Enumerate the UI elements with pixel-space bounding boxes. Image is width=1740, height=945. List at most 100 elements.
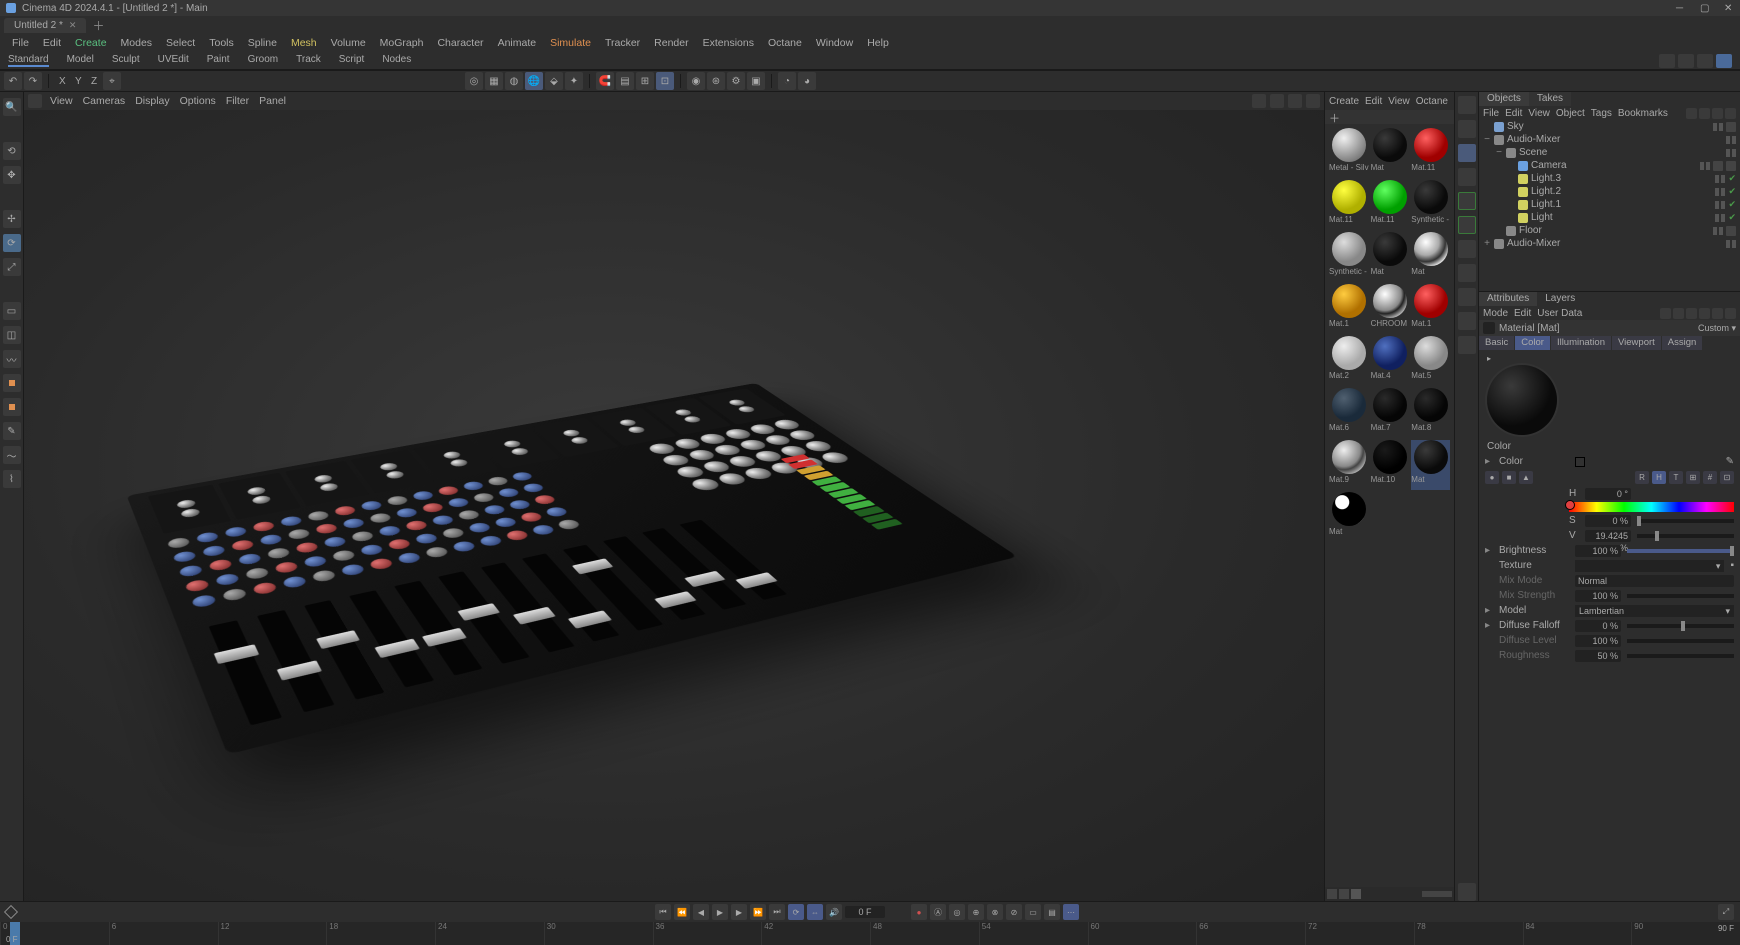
viewport-nav-icon-3[interactable] bbox=[1288, 94, 1302, 108]
color-fmt-#[interactable]: # bbox=[1703, 471, 1717, 484]
obj-search-icon[interactable] bbox=[1686, 108, 1697, 119]
axis-y[interactable]: Y bbox=[71, 74, 85, 89]
render-view-icon[interactable]: ◉ bbox=[687, 72, 705, 90]
color-swatch[interactable] bbox=[1575, 457, 1585, 467]
channel-viewport[interactable]: Viewport bbox=[1612, 336, 1661, 350]
attributes-tab[interactable]: Attributes bbox=[1479, 292, 1537, 306]
color-fmt-R[interactable]: R bbox=[1635, 471, 1649, 484]
enable-check-icon[interactable]: ✔ bbox=[1728, 173, 1736, 184]
visibility-dots[interactable] bbox=[1726, 240, 1736, 248]
snap-grid-icon[interactable]: ▤ bbox=[616, 72, 634, 90]
layout-standard[interactable]: Standard bbox=[8, 54, 49, 67]
material-slot[interactable]: Mat.5 bbox=[1411, 336, 1450, 386]
viewport-nav-icon-2[interactable] bbox=[1270, 94, 1284, 108]
color-fmt-H[interactable]: H bbox=[1652, 471, 1666, 484]
play-fwd-icon[interactable]: ▶ bbox=[731, 904, 747, 920]
channel-color[interactable]: Color bbox=[1515, 336, 1550, 350]
vpmenu-view[interactable]: View bbox=[50, 95, 73, 107]
viewport[interactable] bbox=[24, 110, 1324, 901]
model-dropdown[interactable]: Lambertian▾ bbox=[1575, 605, 1734, 617]
menu-mesh[interactable]: Mesh bbox=[285, 35, 323, 51]
menu-tracker[interactable]: Tracker bbox=[599, 35, 646, 51]
cube-icon[interactable] bbox=[1458, 144, 1476, 162]
object-row[interactable]: −Audio-Mixer bbox=[1479, 133, 1740, 146]
object-tree[interactable]: Sky−Audio-Mixer−SceneCameraLight.3✔Light… bbox=[1479, 120, 1740, 291]
matmenu-octane[interactable]: Octane bbox=[1416, 96, 1448, 107]
layout-script[interactable]: Script bbox=[339, 54, 365, 67]
key-param-icon[interactable]: ▤ bbox=[1044, 904, 1060, 920]
color-fmt-T[interactable]: T bbox=[1669, 471, 1683, 484]
menu-mograph[interactable]: MoGraph bbox=[374, 35, 430, 51]
expand-icon[interactable]: + bbox=[1483, 238, 1491, 249]
object-row[interactable]: Light.3✔ bbox=[1479, 172, 1740, 185]
vpmenu-options[interactable]: Options bbox=[180, 95, 216, 107]
minimize-button[interactable]: ─ bbox=[1676, 3, 1686, 13]
search-icon[interactable]: 🔍 bbox=[3, 98, 21, 116]
mat-size-slider[interactable] bbox=[1422, 891, 1452, 897]
menu-modes[interactable]: Modes bbox=[115, 35, 159, 51]
key-pla-icon[interactable]: ▭ bbox=[1025, 904, 1041, 920]
attr-up-icon[interactable] bbox=[1686, 308, 1697, 319]
menu-extensions[interactable]: Extensions bbox=[697, 35, 760, 51]
point-mode[interactable] bbox=[3, 374, 21, 392]
material-slot[interactable]: Mat bbox=[1371, 128, 1410, 178]
matmenu-create[interactable]: Create bbox=[1329, 96, 1359, 107]
undo-button[interactable]: ↶ bbox=[4, 72, 22, 90]
material-slot[interactable]: Mat.11 bbox=[1329, 180, 1369, 230]
vpmenu-panel[interactable]: Panel bbox=[259, 95, 286, 107]
menu-render[interactable]: Render bbox=[648, 35, 694, 51]
play-back-icon[interactable]: ▶ bbox=[712, 904, 728, 920]
prev-frame-icon[interactable]: ◀ bbox=[693, 904, 709, 920]
menu-tools[interactable]: Tools bbox=[203, 35, 240, 51]
snap-icon[interactable]: ◎ bbox=[465, 72, 483, 90]
tag-icon[interactable] bbox=[1726, 122, 1736, 132]
paint-tool[interactable]: 〰 bbox=[3, 350, 21, 368]
channel-assign[interactable]: Assign bbox=[1662, 336, 1703, 350]
translate-tool[interactable]: ✢ bbox=[3, 210, 21, 228]
axis-z[interactable]: Z bbox=[87, 74, 101, 89]
material-slot[interactable]: Mat.1 bbox=[1411, 284, 1450, 334]
layers-tab[interactable]: Layers bbox=[1537, 292, 1583, 306]
objmenu-view[interactable]: View bbox=[1528, 108, 1550, 119]
material-slot[interactable]: Synthetic - bbox=[1411, 180, 1450, 230]
layout-uvedit[interactable]: UVEdit bbox=[158, 54, 189, 67]
h-value[interactable]: 0 ° bbox=[1585, 488, 1631, 500]
obj-opts-icon[interactable] bbox=[1725, 108, 1736, 119]
s-slider[interactable] bbox=[1637, 519, 1734, 523]
material-slot[interactable]: Metal - Silv bbox=[1329, 128, 1369, 178]
layout-groom[interactable]: Groom bbox=[248, 54, 279, 67]
asset-browser-icon[interactable]: ◔ bbox=[778, 72, 796, 90]
object-row[interactable]: Sky bbox=[1479, 120, 1740, 133]
current-frame[interactable]: 0 F bbox=[845, 906, 885, 918]
deformer-icon[interactable] bbox=[1458, 216, 1476, 234]
vpmenu-display[interactable]: Display bbox=[135, 95, 169, 107]
texture-tool[interactable]: ◫ bbox=[3, 326, 21, 344]
next-frame-icon[interactable]: ⏩ bbox=[750, 904, 766, 920]
move-tool[interactable]: ✥ bbox=[3, 166, 21, 184]
material-slot[interactable]: Mat.11 bbox=[1371, 180, 1410, 230]
material-slot[interactable]: Mat bbox=[1411, 440, 1450, 490]
object-row[interactable]: Light.2✔ bbox=[1479, 185, 1740, 198]
objmenu-edit[interactable]: Edit bbox=[1505, 108, 1522, 119]
scene-icon[interactable] bbox=[1458, 264, 1476, 282]
text-icon[interactable] bbox=[1458, 168, 1476, 186]
field-icon[interactable] bbox=[1458, 240, 1476, 258]
s-value[interactable]: 0 % bbox=[1585, 515, 1631, 527]
color-picker-mode-icon[interactable]: ■ bbox=[1502, 471, 1516, 484]
workplane-icon[interactable]: ▦ bbox=[485, 72, 503, 90]
new-tab-button[interactable]: ＋ bbox=[92, 17, 104, 34]
obj-filter-icon[interactable] bbox=[1712, 108, 1723, 119]
record-icon[interactable]: ● bbox=[911, 904, 927, 920]
material-slot[interactable]: Mat bbox=[1371, 232, 1410, 282]
loop-icon[interactable]: ⟳ bbox=[788, 904, 804, 920]
color-picker-mode-icon[interactable]: ▲ bbox=[1519, 471, 1533, 484]
close-button[interactable]: ✕ bbox=[1724, 3, 1734, 13]
material-slot[interactable]: Mat.2 bbox=[1329, 336, 1369, 386]
menu-spline[interactable]: Spline bbox=[242, 35, 283, 51]
menu-create[interactable]: Create bbox=[69, 35, 113, 51]
axis-x[interactable]: X bbox=[55, 74, 69, 89]
color-picker-mode-icon[interactable]: ● bbox=[1485, 471, 1499, 484]
render-settings-icon[interactable]: ⚙ bbox=[727, 72, 745, 90]
tag-icon[interactable] bbox=[1726, 161, 1736, 171]
menu-select[interactable]: Select bbox=[160, 35, 201, 51]
